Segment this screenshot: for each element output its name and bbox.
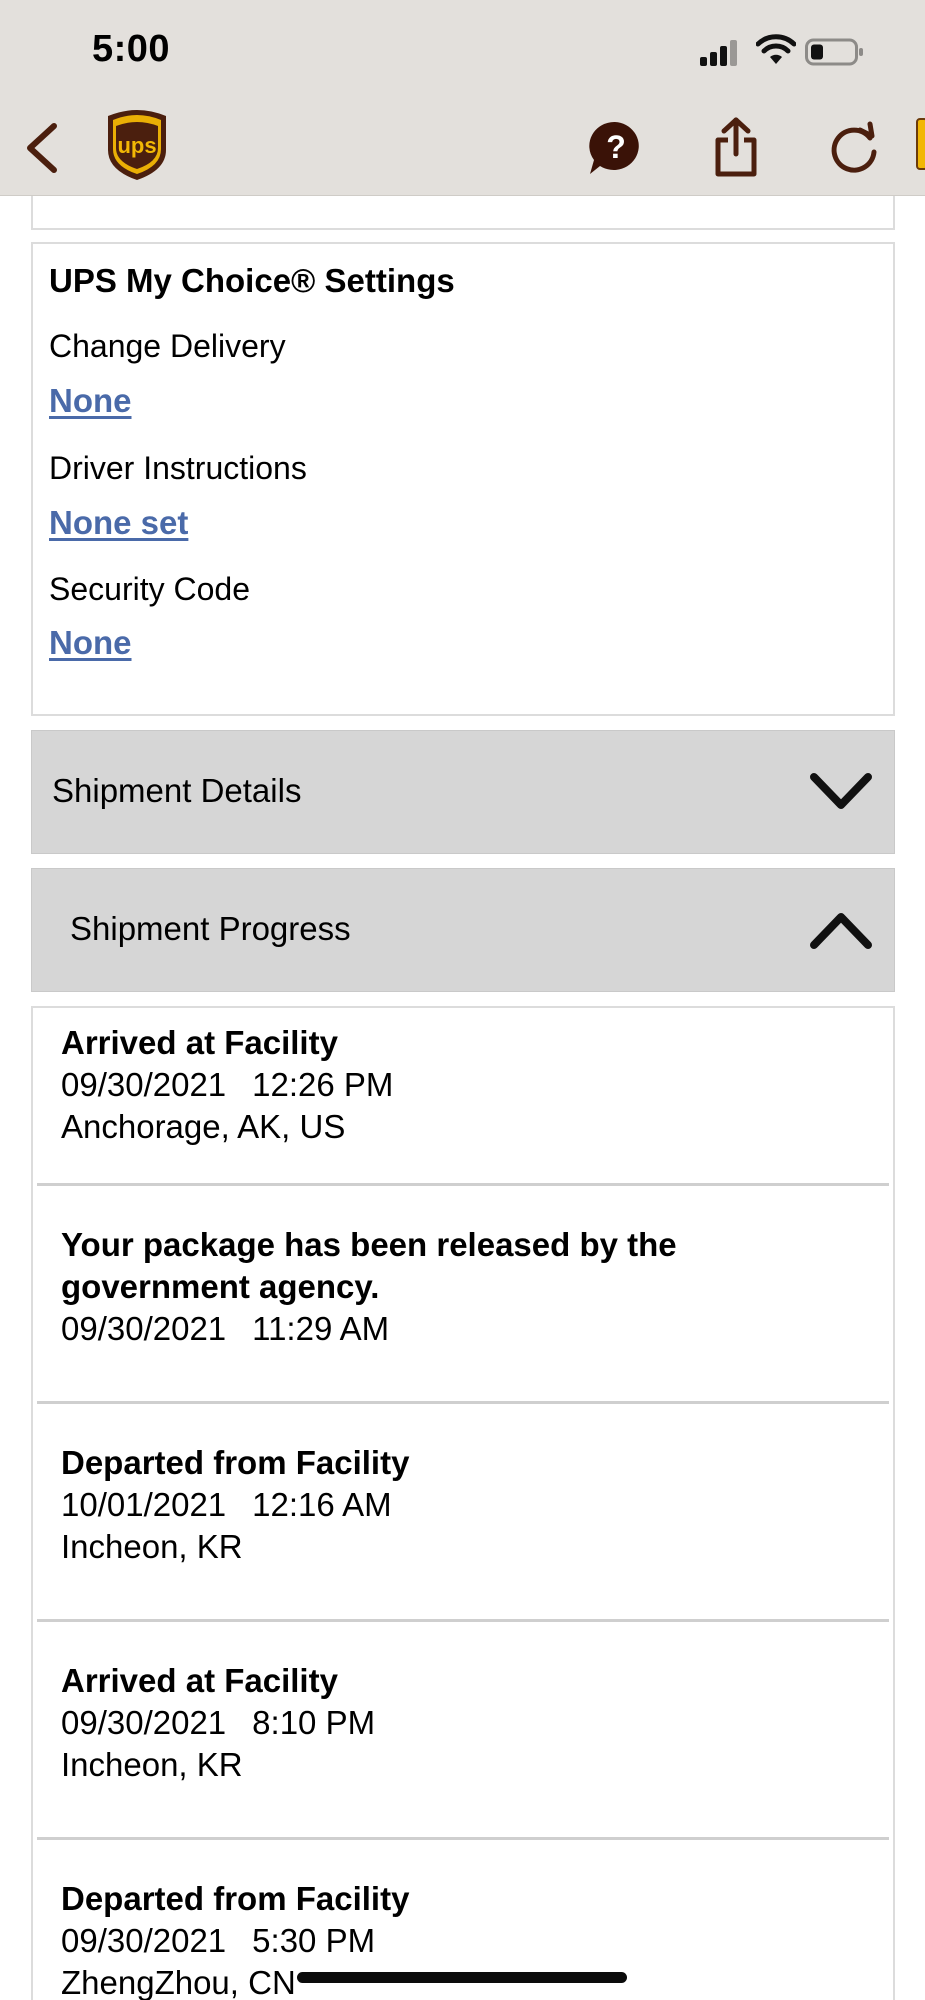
ups-logo-text: ups — [117, 133, 156, 158]
event-location: Incheon, KR — [61, 1528, 243, 1565]
wifi-icon — [756, 34, 796, 64]
event-title: Arrived at Facility — [61, 1662, 338, 1699]
ups-shield-logo: ups — [108, 110, 166, 180]
progress-event: Arrived at Facility 09/30/2021 8:10 PM In… — [37, 1622, 889, 1840]
event-datetime: 10/01/2021 12:16 AM — [61, 1484, 392, 1526]
event-datetime: 09/30/2021 5:30 PM — [61, 1920, 375, 1962]
change-delivery-label: Change Delivery — [49, 328, 286, 364]
status-time: 5:00 — [92, 28, 171, 70]
chevron-up-icon — [810, 913, 872, 949]
question-bubble-icon[interactable]: ? — [586, 118, 644, 178]
progress-event: Arrived at Facility 09/30/2021 12:26 PM A… — [37, 1008, 889, 1186]
event-time: 12:26 PM — [252, 1066, 394, 1103]
event-title: Arrived at Facility — [61, 1024, 338, 1061]
chevron-left-icon[interactable] — [18, 118, 68, 178]
event-title: Your package has been released by the go… — [61, 1226, 677, 1305]
shipment-progress-list: Arrived at Facility 09/30/2021 12:26 PM A… — [31, 1006, 895, 2000]
event-date: 10/01/2021 — [61, 1486, 227, 1523]
svg-text:?: ? — [606, 129, 626, 165]
partial-logo-icon — [916, 118, 925, 170]
security-code-label: Security Code — [49, 571, 250, 607]
shipment-details-toggle[interactable]: Shipment Details — [31, 730, 895, 854]
ups-logo[interactable]: ups — [104, 106, 170, 182]
event-datetime: 09/30/2021 11:29 AM — [61, 1308, 389, 1350]
reload-icon[interactable] — [826, 118, 884, 178]
browser-toolbar: 5:00 ups ? — [0, 0, 925, 196]
change-delivery-link[interactable]: None — [49, 382, 132, 420]
progress-event: Your package has been released by the go… — [37, 1186, 889, 1404]
shipment-progress-label: Shipment Progress — [70, 910, 351, 947]
event-date: 09/30/2021 — [61, 1704, 227, 1741]
chevron-down-icon — [810, 773, 872, 809]
home-indicator — [297, 1972, 627, 1983]
event-date: 09/30/2021 — [61, 1922, 227, 1959]
event-title: Departed from Facility — [61, 1880, 410, 1917]
share-icon[interactable] — [712, 116, 760, 178]
event-location: Incheon, KR — [61, 1746, 243, 1783]
event-time: 12:16 AM — [252, 1486, 392, 1523]
event-time: 8:10 PM — [252, 1704, 376, 1741]
event-datetime: 09/30/2021 8:10 PM — [61, 1702, 375, 1744]
driver-instructions-link[interactable]: None set — [49, 504, 188, 542]
shipment-progress-toggle[interactable]: Shipment Progress — [31, 868, 895, 992]
event-date: 09/30/2021 — [61, 1310, 227, 1347]
my-choice-settings-card: UPS My Choice® Settings Change Delivery … — [31, 242, 895, 716]
page: UPS My Choice® Settings Change Delivery … — [0, 0, 925, 2000]
cellular-signal-icon — [700, 38, 740, 66]
security-code-link[interactable]: None — [49, 624, 132, 662]
event-location: Anchorage, AK, US — [61, 1108, 346, 1145]
event-time: 11:29 AM — [252, 1310, 390, 1347]
event-datetime: 09/30/2021 12:26 PM — [61, 1064, 393, 1106]
event-time: 5:30 PM — [252, 1922, 376, 1959]
battery-icon — [805, 38, 863, 66]
event-date: 09/30/2021 — [61, 1066, 227, 1103]
my-choice-title: UPS My Choice® Settings — [49, 262, 455, 299]
shipment-details-label: Shipment Details — [52, 772, 302, 809]
progress-event: Departed from Facility 10/01/2021 12:16 A… — [37, 1404, 889, 1622]
event-title: Departed from Facility — [61, 1444, 410, 1481]
driver-instructions-label: Driver Instructions — [49, 450, 307, 486]
event-location: ZhengZhou, CN — [61, 1964, 296, 2000]
